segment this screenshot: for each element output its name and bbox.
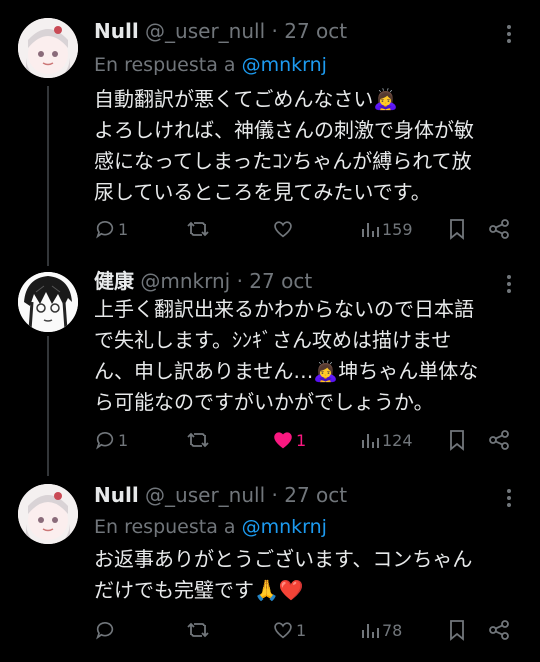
separator-dot: · — [271, 19, 278, 43]
user-handle[interactable]: @_user_null — [145, 483, 265, 507]
share-icon — [488, 619, 510, 641]
repost-button[interactable] — [186, 215, 212, 243]
reply-count: 1 — [118, 430, 129, 450]
share-icon — [488, 218, 510, 240]
tweet-text-line: 感になってしまったｺﾝちゃんが縛られて放 — [94, 149, 472, 173]
tweet-text-line: 自動翻訳が悪くてごめんなさい🙇‍♀️ — [94, 87, 399, 111]
share-button[interactable] — [488, 616, 510, 644]
display-name[interactable]: Null — [94, 483, 139, 507]
views-count: 159 — [382, 219, 413, 239]
separator-dot: · — [271, 483, 278, 507]
action-bar: 1 1 124 — [94, 426, 514, 454]
tweet-header: 健康 @mnkrnj · 27 oct — [94, 268, 312, 294]
reply-icon — [94, 429, 116, 451]
tweet-header: Null @_user_null · 27 oct — [94, 18, 347, 44]
tweet-date[interactable]: 27 oct — [249, 269, 312, 293]
bookmark-button[interactable] — [448, 215, 466, 243]
avatar[interactable] — [18, 272, 78, 332]
user-handle[interactable]: @_user_null — [145, 19, 265, 43]
bookmark-button[interactable] — [448, 426, 466, 454]
tweet-text-line: 上手く翻訳出来るかわからないので日本語 — [94, 297, 474, 321]
heart-icon — [272, 429, 294, 451]
bookmark-icon — [448, 218, 466, 240]
views-icon — [360, 430, 380, 450]
more-dots-icon[interactable] — [506, 488, 512, 512]
display-name[interactable]: 健康 — [94, 269, 134, 293]
views-icon — [360, 219, 380, 239]
bookmark-icon — [448, 619, 466, 641]
repost-icon — [186, 218, 210, 240]
tweet-text-line: ら可能なのですがいかがでしょうか。 — [94, 390, 434, 414]
tweet[interactable]: Null @_user_null · 27 oct En respuesta a… — [0, 0, 540, 262]
action-bar: 1 159 — [94, 215, 514, 243]
bookmark-button[interactable] — [448, 616, 466, 644]
share-button[interactable] — [488, 426, 510, 454]
bookmark-icon — [448, 429, 466, 451]
like-button[interactable] — [272, 215, 296, 243]
reply-context: En respuesta a @mnkrnj — [94, 514, 327, 540]
tweet-text-line: だけでも完璧です🙏❤️ — [94, 578, 304, 602]
like-button[interactable]: 1 — [272, 616, 306, 644]
reply-mention-link[interactable]: @mnkrnj — [242, 54, 327, 76]
repost-button[interactable] — [186, 426, 212, 454]
views-button[interactable]: 124 — [360, 426, 413, 454]
avatar[interactable] — [18, 18, 78, 78]
repost-icon — [186, 429, 210, 451]
more-dots-icon[interactable] — [506, 24, 512, 48]
reply-button[interactable] — [94, 616, 118, 644]
like-count: 1 — [296, 620, 307, 640]
tweet-date[interactable]: 27 oct — [284, 483, 347, 507]
views-icon — [360, 620, 380, 640]
action-bar: 1 78 — [94, 616, 514, 644]
tweet-text-line: で失礼します。ｼﾝｷﾞさん攻めは描けませ — [94, 328, 452, 352]
reply-icon — [94, 218, 116, 240]
user-handle[interactable]: @mnkrnj — [140, 269, 230, 293]
tweet-text: 上手く翻訳出来るかわからないので日本語 で失礼します。ｼﾝｷﾞさん攻めは描けませ… — [94, 294, 524, 418]
separator-dot: · — [236, 269, 243, 293]
tweet-text: お返事ありがとうございます、コンちゃん だけでも完璧です🙏❤️ — [94, 544, 524, 606]
reply-mention-link[interactable]: @mnkrnj — [242, 516, 327, 538]
heart-icon — [272, 218, 294, 240]
reply-count: 1 — [118, 219, 129, 239]
avatar[interactable] — [18, 484, 78, 544]
like-count: 1 — [296, 430, 307, 450]
display-name[interactable]: Null — [94, 19, 139, 43]
tweet-text: 自動翻訳が悪くてごめんなさい🙇‍♀️ よろしければ、神儀さんの刺激で身体が敏 感… — [94, 84, 524, 208]
views-count: 124 — [382, 430, 413, 450]
reply-icon — [94, 619, 116, 641]
tweet[interactable]: Null @_user_null · 27 oct En respuesta a… — [0, 470, 540, 662]
reply-button[interactable]: 1 — [94, 215, 128, 243]
share-button[interactable] — [488, 215, 510, 243]
heart-icon — [272, 619, 294, 641]
reply-button[interactable]: 1 — [94, 426, 128, 454]
tweet-header: Null @_user_null · 27 oct — [94, 482, 347, 508]
views-count: 78 — [382, 620, 403, 640]
tweet-text-line: ん、申し訳ありません…🙇‍♀️坤ちゃん単体な — [94, 359, 479, 383]
tweet-text-line: 尿しているところを見てみたいです。 — [94, 180, 431, 204]
repost-icon — [186, 619, 210, 641]
tweet-text-line: お返事ありがとうございます、コンちゃん — [94, 547, 473, 571]
share-icon — [488, 429, 510, 451]
repost-button[interactable] — [186, 616, 212, 644]
views-button[interactable]: 159 — [360, 215, 413, 243]
reply-context: En respuesta a @mnkrnj — [94, 52, 327, 78]
views-button[interactable]: 78 — [360, 616, 402, 644]
reply-prefix: En respuesta a — [94, 54, 236, 76]
tweet-date[interactable]: 27 oct — [284, 19, 347, 43]
tweet-text-line: よろしければ、神儀さんの刺激で身体が敏 — [94, 118, 474, 142]
like-button[interactable]: 1 — [272, 426, 306, 454]
tweet[interactable]: 健康 @mnkrnj · 27 oct 上手く翻訳出来るかわからないので日本語 … — [0, 262, 540, 470]
reply-prefix: En respuesta a — [94, 516, 236, 538]
